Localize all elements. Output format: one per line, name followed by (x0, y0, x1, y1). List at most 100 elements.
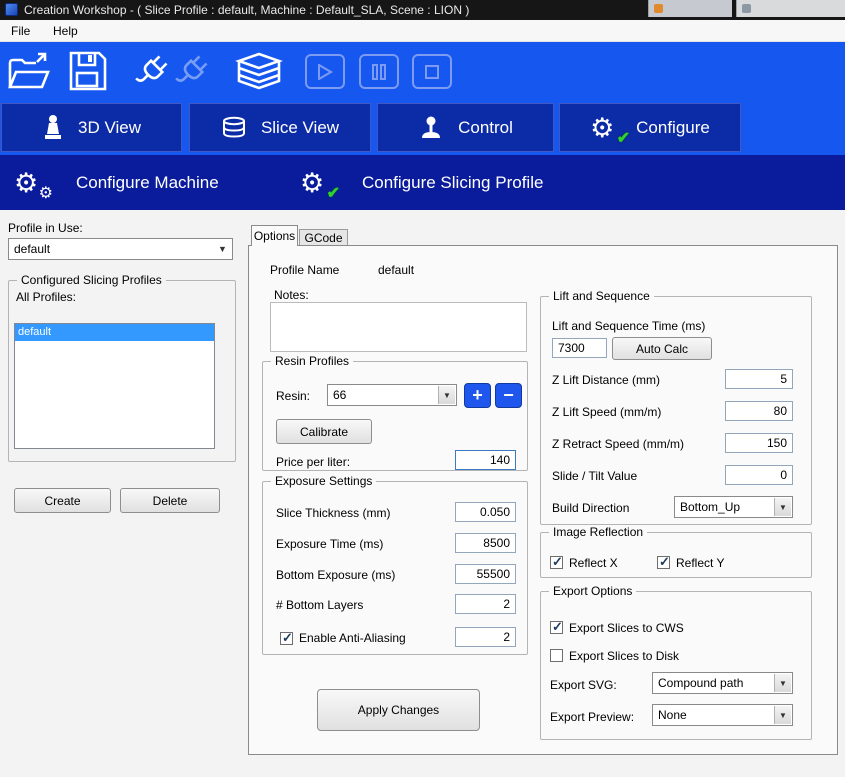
slice-thickness-input[interactable] (455, 502, 516, 522)
notes-label: Notes: (274, 288, 309, 302)
export-preview-select[interactable]: None ▼ (652, 704, 793, 726)
reflect-x-label: Reflect X (569, 556, 618, 570)
slice-thickness-label: Slice Thickness (mm) (276, 506, 390, 520)
create-profile-button[interactable]: Create (14, 488, 111, 513)
pause-icon (371, 64, 387, 80)
notes-textarea[interactable] (270, 302, 527, 352)
reflect-y-checkbox[interactable] (657, 556, 670, 569)
toolbar (0, 42, 845, 101)
add-resin-button[interactable]: + (464, 383, 491, 408)
export-preview-value: None (658, 708, 687, 722)
stop-button[interactable] (412, 54, 452, 89)
auto-calc-button[interactable]: Auto Calc (612, 337, 712, 360)
export-options-group-title: Export Options (549, 584, 636, 598)
resin-value: 66 (333, 388, 346, 402)
reflect-x-checkbox[interactable] (550, 556, 563, 569)
price-per-liter-input[interactable] (455, 450, 516, 470)
disconnect-button[interactable] (172, 51, 210, 98)
resin-select[interactable]: 66 ▼ (327, 384, 457, 406)
tab-slice-view-label: Slice View (261, 118, 339, 138)
open-file-button[interactable] (6, 51, 50, 98)
build-direction-label: Build Direction (552, 501, 629, 515)
green-check-icon: ✔ (617, 128, 630, 148)
tab-configure-slicing-profile-label: Configure Slicing Profile (362, 173, 543, 193)
chevron-down-icon: ▼ (774, 706, 791, 724)
apply-changes-button[interactable]: Apply Changes (317, 689, 480, 731)
price-per-liter-label: Price per liter: (276, 455, 350, 469)
slide-tilt-value-label: Slide / Tilt Value (552, 469, 637, 483)
profile-list-item-selected[interactable]: default (15, 324, 214, 341)
chevron-down-icon: ▼ (438, 386, 455, 404)
configured-profiles-group-title: Configured Slicing Profiles (17, 273, 166, 287)
chevron-down-icon: ▼ (774, 674, 791, 692)
tab-3d-view[interactable]: 3D View (1, 103, 182, 152)
z-retract-speed-input[interactable] (725, 433, 793, 453)
background-window-fragment (648, 0, 732, 17)
all-profiles-label: All Profiles: (16, 290, 76, 304)
save-icon (68, 50, 108, 92)
tab-options[interactable]: Options (251, 225, 298, 246)
calibrate-button[interactable]: Calibrate (276, 419, 372, 444)
bottom-exposure-label: Bottom Exposure (ms) (276, 568, 395, 582)
menu-help[interactable]: Help (44, 20, 87, 42)
delete-profile-button[interactable]: Delete (120, 488, 220, 513)
profiles-listbox[interactable]: default (14, 323, 215, 449)
image-reflection-group-title: Image Reflection (549, 525, 647, 539)
z-lift-speed-input[interactable] (725, 401, 793, 421)
lift-sequence-time-input[interactable] (552, 338, 607, 358)
configure-subnav: ⚙ ⚙ Configure Machine ⚙ ✔ Configure Slic… (0, 155, 845, 210)
exposure-settings-group-title: Exposure Settings (271, 474, 376, 488)
app-icon (5, 3, 18, 16)
anti-aliasing-input[interactable] (455, 627, 516, 647)
tab-configure-machine[interactable]: ⚙ ⚙ Configure Machine (14, 155, 219, 210)
slide-tilt-value-input[interactable] (725, 465, 793, 485)
configure-gear-icon: ⚙ ✔ (590, 112, 622, 144)
background-app-icon (742, 4, 751, 13)
pause-button[interactable] (359, 54, 399, 89)
machine-gears-icon: ⚙ ⚙ (14, 167, 46, 199)
export-preview-label: Export Preview: (550, 710, 634, 724)
bottom-layers-label: # Bottom Layers (276, 598, 363, 612)
reflect-y-label: Reflect Y (676, 556, 724, 570)
exposure-time-label: Exposure Time (ms) (276, 537, 383, 551)
export-cws-checkbox[interactable] (550, 621, 563, 634)
bottom-layers-input[interactable] (455, 594, 516, 614)
slice-button[interactable] (233, 51, 285, 98)
lift-sequence-time-label: Lift and Sequence Time (ms) (552, 319, 705, 333)
profile-in-use-value: default (14, 242, 50, 256)
3d-object-icon (42, 114, 64, 141)
profile-in-use-select[interactable]: default ▼ (8, 238, 233, 260)
export-cws-label: Export Slices to CWS (569, 621, 684, 635)
menu-file[interactable]: File (2, 20, 39, 42)
tab-slice-view[interactable]: Slice View (189, 103, 371, 152)
green-check-icon: ✔ (327, 183, 340, 203)
play-icon (317, 64, 333, 80)
title-bar[interactable]: Creation Workshop - ( Slice Profile : de… (0, 0, 845, 20)
remove-resin-button[interactable]: − (495, 383, 522, 408)
resin-label: Resin: (276, 389, 310, 403)
exposure-time-input[interactable] (455, 533, 516, 553)
open-file-icon (6, 51, 50, 93)
background-app-icon (654, 4, 663, 13)
z-lift-distance-label: Z Lift Distance (mm) (552, 373, 660, 387)
z-lift-distance-input[interactable] (725, 369, 793, 389)
export-svg-select[interactable]: Compound path ▼ (652, 672, 793, 694)
tab-configure[interactable]: ⚙ ✔ Configure (559, 103, 741, 152)
play-button[interactable] (305, 54, 345, 89)
save-button[interactable] (68, 50, 108, 97)
slice-layers-icon (221, 115, 247, 141)
bottom-exposure-input[interactable] (455, 564, 516, 584)
menu-bar: File Help (0, 20, 845, 42)
profile-gear-icon: ⚙ ✔ (300, 167, 332, 199)
tab-control[interactable]: Control (377, 103, 554, 152)
tab-3d-view-label: 3D View (78, 118, 141, 138)
anti-aliasing-checkbox[interactable] (280, 632, 293, 645)
tab-configure-slicing-profile[interactable]: ⚙ ✔ Configure Slicing Profile (300, 155, 543, 210)
connect-button[interactable] (132, 51, 170, 98)
export-disk-checkbox[interactable] (550, 649, 563, 662)
build-direction-select[interactable]: Bottom_Up ▼ (674, 496, 793, 518)
stop-icon (424, 64, 440, 80)
tab-gcode[interactable]: GCode (299, 229, 348, 245)
profile-name-value: default (378, 263, 414, 277)
chevron-down-icon: ▼ (214, 240, 231, 258)
